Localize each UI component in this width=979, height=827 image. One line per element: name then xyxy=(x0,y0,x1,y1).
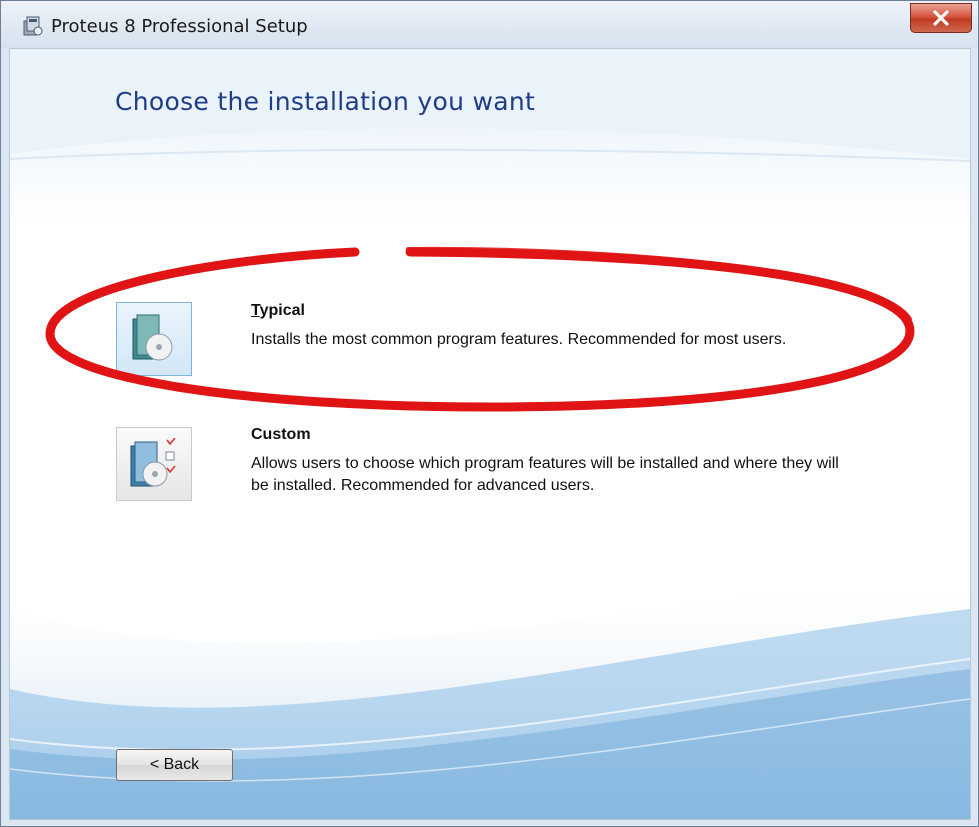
close-button[interactable] xyxy=(910,3,972,33)
wizard-content: Choose the installation you want Typical… xyxy=(9,48,971,820)
typical-option-description: Installs the most common program feature… xyxy=(251,331,787,348)
custom-option-description: Allows users to choose which program fea… xyxy=(251,455,839,494)
custom-option-title[interactable]: Custom xyxy=(251,426,311,444)
back-button[interactable]: < Back xyxy=(116,749,233,781)
setup-window: Proteus 8 Professional Setup Choose the … xyxy=(0,0,979,827)
window-title: Proteus 8 Professional Setup xyxy=(51,16,308,37)
custom-option-icon[interactable] xyxy=(116,427,192,501)
typical-option-icon[interactable] xyxy=(116,302,192,376)
close-icon xyxy=(933,10,949,26)
setup-app-icon xyxy=(22,15,44,37)
page-heading: Choose the installation you want xyxy=(115,87,536,116)
install-disc-icon xyxy=(132,314,173,361)
title-bar[interactable]: Proteus 8 Professional Setup xyxy=(1,1,978,48)
typical-option-title[interactable]: Typical xyxy=(251,302,305,320)
install-checklist-icon xyxy=(130,438,176,487)
